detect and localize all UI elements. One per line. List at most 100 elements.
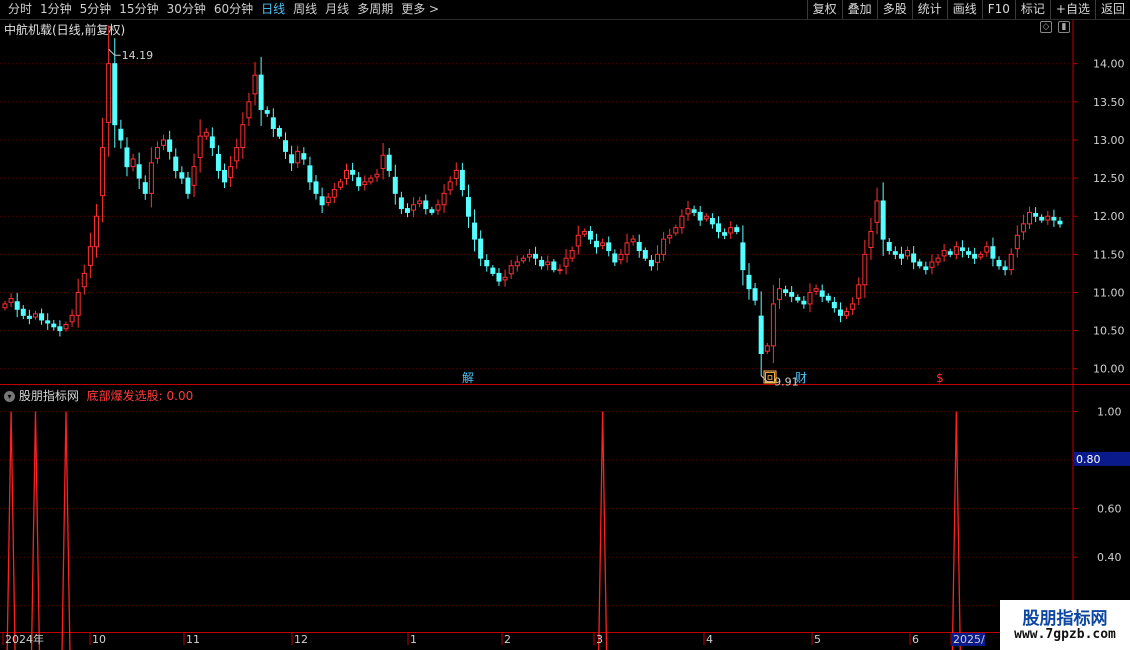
candle-body xyxy=(57,326,63,332)
indicator-value-label: 底部爆发选股: 0.00 xyxy=(86,389,194,403)
candle-body xyxy=(923,266,929,271)
candle-body xyxy=(514,261,520,267)
candle-body xyxy=(594,240,600,248)
candle-body xyxy=(734,227,740,232)
candle-body xyxy=(197,135,203,158)
candle-body xyxy=(575,234,581,247)
candle-body xyxy=(1039,216,1045,221)
candle-body xyxy=(819,290,825,297)
candle-body xyxy=(624,242,630,255)
candle-body xyxy=(1033,213,1039,217)
candle-body xyxy=(892,251,898,255)
x-tick-label: 10 xyxy=(92,633,106,646)
main-y-tick-label: 13.00 xyxy=(1093,134,1125,147)
candle-body xyxy=(569,250,575,259)
candle-body xyxy=(51,323,57,328)
candle-body xyxy=(953,246,959,255)
candle-body xyxy=(868,230,874,248)
ind-y-tick-label: 0.40 xyxy=(1097,551,1122,564)
candle-body xyxy=(386,154,392,171)
candle-body xyxy=(807,291,813,305)
candle-body xyxy=(618,253,624,261)
main-y-tick-label: 14.00 xyxy=(1093,58,1125,71)
candle-body xyxy=(703,215,709,220)
candle-body xyxy=(398,197,404,210)
x-tick-label: 6 xyxy=(912,633,919,646)
candle-body xyxy=(100,147,106,197)
collapse-icon[interactable]: ▾ xyxy=(4,391,15,402)
candle-body xyxy=(587,230,593,240)
event-marker-3: $ xyxy=(936,371,944,385)
candle-body xyxy=(337,181,343,188)
candle-body xyxy=(179,172,185,179)
candle-body xyxy=(520,257,526,262)
candle-body xyxy=(112,63,118,126)
x-tick-label: 1 xyxy=(410,633,417,646)
candle-body xyxy=(709,218,715,225)
candle-body xyxy=(8,298,14,303)
main-y-tick-label: 10.50 xyxy=(1093,325,1125,338)
candle-body xyxy=(374,173,380,178)
candle-body xyxy=(81,272,87,288)
candle-body xyxy=(203,131,209,137)
candle-body xyxy=(825,295,831,301)
candle-body xyxy=(87,246,93,266)
candle-body xyxy=(679,215,685,229)
event-marker-label: $ xyxy=(936,371,944,385)
candle-body xyxy=(228,166,234,178)
candle-body xyxy=(770,303,776,347)
candle-body xyxy=(106,63,112,123)
candle-body xyxy=(319,196,325,206)
candle-body xyxy=(344,169,350,179)
candle-body xyxy=(1008,253,1014,271)
candle-body xyxy=(545,261,551,266)
candle-body xyxy=(307,165,313,183)
candle-body xyxy=(850,303,856,310)
candle-body xyxy=(118,128,124,141)
candle-body xyxy=(173,156,179,171)
candle-body xyxy=(1051,216,1057,221)
signal-line xyxy=(6,411,961,650)
candle-body xyxy=(167,139,173,152)
candle-body xyxy=(935,257,941,263)
x-tick-label: 3 xyxy=(596,633,603,646)
candle-body xyxy=(380,154,386,170)
candle-body xyxy=(154,147,160,159)
candle-body xyxy=(612,253,618,263)
candle-body xyxy=(862,253,868,286)
candle-body xyxy=(776,288,782,300)
candle-body xyxy=(93,215,99,248)
candle-body xyxy=(996,259,1002,267)
candle-body xyxy=(252,74,258,95)
indicator-name[interactable]: 股朋指标网 xyxy=(19,389,79,403)
candle-body xyxy=(45,320,51,324)
candle-body xyxy=(484,259,490,267)
candle-body xyxy=(795,296,801,301)
watermark-url: www.7gpzb.com xyxy=(1014,627,1116,642)
candle-body xyxy=(630,238,636,243)
indicator-title: ▾ 股朋指标网 底部爆发选股: 0.00 xyxy=(4,387,193,404)
main-y-tick-label: 13.50 xyxy=(1093,96,1125,109)
candle-body xyxy=(746,274,752,290)
candle-body xyxy=(356,177,362,187)
candle-body xyxy=(465,197,471,217)
candle-body xyxy=(142,182,148,194)
candle-body xyxy=(295,150,301,164)
candle-body xyxy=(130,158,136,168)
kline-chart: 14.0013.5013.0012.5012.0011.5011.0010.50… xyxy=(0,20,1130,650)
candle-body xyxy=(966,251,972,255)
candle-body xyxy=(886,242,892,252)
candle-body xyxy=(222,169,228,183)
watermark: 股朋指标网 www.7gpzb.com xyxy=(1000,600,1130,650)
candle-body xyxy=(764,345,770,352)
candle-body xyxy=(215,153,221,171)
candle-body xyxy=(1057,220,1063,225)
max-price-label: 14.19 xyxy=(122,49,154,62)
candle-body xyxy=(526,253,532,258)
candle-body xyxy=(673,227,679,234)
candle-body xyxy=(715,223,721,232)
x-tick-label: 12 xyxy=(294,633,308,646)
x-tick-label: 2 xyxy=(504,633,511,646)
event-marker-1: 回 xyxy=(763,370,777,385)
candle-body xyxy=(1027,211,1033,225)
